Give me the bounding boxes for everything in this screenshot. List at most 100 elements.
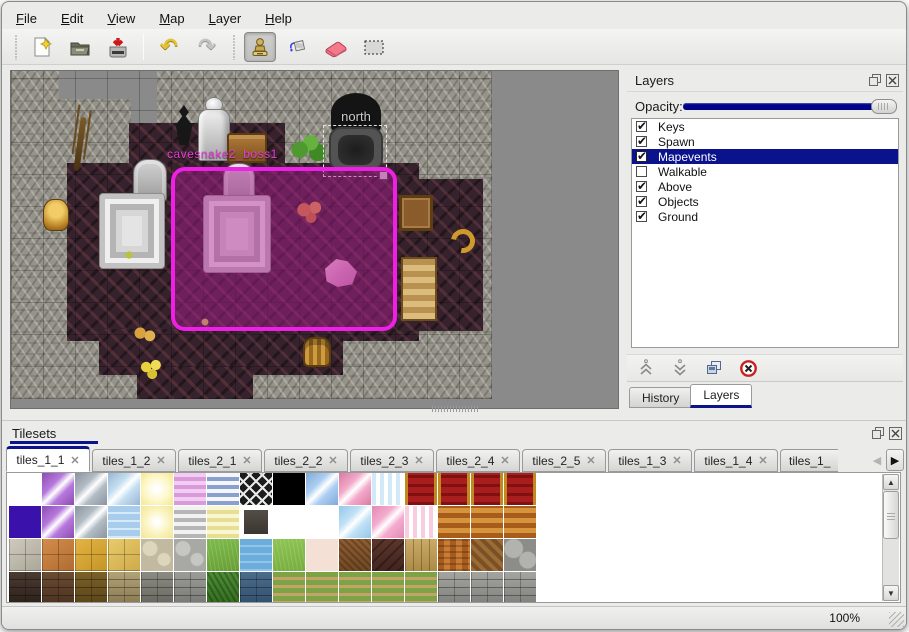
- tileset-tab-tiles_1_2[interactable]: tiles_1_2✕: [92, 449, 176, 472]
- duplicate-layer-button[interactable]: [703, 357, 725, 379]
- palette-tile[interactable]: [306, 572, 338, 603]
- palette-tile[interactable]: [306, 473, 338, 505]
- palette-tile[interactable]: [273, 473, 305, 505]
- scroll-down-arrow[interactable]: ▼: [883, 585, 899, 601]
- palette-tile[interactable]: [306, 539, 338, 571]
- opacity-slider-handle[interactable]: [871, 99, 897, 114]
- palette-tile[interactable]: [141, 473, 173, 505]
- palette-tile[interactable]: [141, 539, 173, 571]
- palette-tile[interactable]: [306, 506, 338, 538]
- tilesets-close-icon[interactable]: [889, 427, 902, 440]
- tab-scroll-right-button[interactable]: ▶: [886, 449, 904, 471]
- menu-edit[interactable]: Edit: [57, 10, 87, 27]
- palette-tile[interactable]: [9, 473, 41, 505]
- layer-row-objects[interactable]: ✔Objects: [632, 194, 898, 209]
- tab-scroll-left-button[interactable]: ◀: [870, 449, 884, 471]
- layer-visibility-checkbox[interactable]: ✔: [636, 136, 647, 147]
- tilesets-float-icon[interactable]: [872, 427, 885, 440]
- tab-close-icon[interactable]: ✕: [586, 454, 595, 467]
- open-button[interactable]: [64, 32, 96, 62]
- palette-tile[interactable]: [174, 506, 206, 538]
- palette-scrollbar[interactable]: ▲ ▼: [882, 474, 899, 601]
- eraser-tool-button[interactable]: [320, 32, 352, 62]
- palette-tile[interactable]: [504, 473, 536, 505]
- palette-tile[interactable]: [207, 572, 239, 603]
- layer-visibility-checkbox[interactable]: ✔: [636, 211, 647, 222]
- layer-row-spawn[interactable]: ✔Spawn: [632, 134, 898, 149]
- layer-row-mapevents[interactable]: ✔Mapevents: [632, 149, 898, 164]
- tileset-tab-tiles_1_1[interactable]: tiles_1_1✕: [6, 446, 90, 472]
- palette-tile[interactable]: [438, 539, 470, 571]
- palette-tile[interactable]: [108, 473, 140, 505]
- close-panel-icon[interactable]: [886, 74, 899, 87]
- palette-tile[interactable]: [240, 539, 272, 571]
- palette-tile[interactable]: [438, 473, 470, 505]
- stamp-tool-button[interactable]: [244, 32, 276, 62]
- palette-tile[interactable]: [405, 539, 437, 571]
- palette-tile[interactable]: [240, 572, 272, 603]
- palette-tile[interactable]: [504, 539, 536, 571]
- menu-layer[interactable]: Layer: [205, 10, 246, 27]
- palette-tile[interactable]: [405, 506, 437, 538]
- tileset-tab-tiles_1_3[interactable]: tiles_1_3✕: [608, 449, 692, 472]
- new-file-button[interactable]: [26, 32, 58, 62]
- scroll-up-arrow[interactable]: ▲: [883, 474, 899, 490]
- tab-close-icon[interactable]: ✕: [328, 454, 337, 467]
- palette-tile[interactable]: [108, 506, 140, 538]
- palette-tile[interactable]: [9, 506, 41, 538]
- toolbar-grip[interactable]: [13, 34, 18, 60]
- palette-tile[interactable]: [504, 572, 536, 603]
- palette-tile[interactable]: [108, 572, 140, 603]
- tab-close-icon[interactable]: ✕: [758, 454, 767, 467]
- undo-button[interactable]: ↶: [153, 32, 185, 62]
- palette-tile[interactable]: [471, 473, 503, 505]
- opacity-slider[interactable]: [683, 98, 897, 114]
- palette-tile[interactable]: [174, 539, 206, 571]
- palette-tile[interactable]: [273, 572, 305, 603]
- palette-tile[interactable]: [372, 539, 404, 571]
- tab-close-icon[interactable]: ✕: [500, 454, 509, 467]
- map-view[interactable]: north cavesnake2_boss1: [10, 70, 619, 409]
- palette-tile[interactable]: [372, 473, 404, 505]
- select-rect-tool-button[interactable]: [358, 32, 390, 62]
- tileset-tab-tiles_2_5[interactable]: tiles_2_5✕: [522, 449, 606, 472]
- palette-tile[interactable]: [471, 506, 503, 538]
- palette-tile[interactable]: [174, 473, 206, 505]
- layer-row-above[interactable]: ✔Above: [632, 179, 898, 194]
- layer-row-keys[interactable]: ✔Keys: [632, 119, 898, 134]
- palette-tile[interactable]: [207, 473, 239, 505]
- float-panel-icon[interactable]: [869, 74, 882, 87]
- map-canvas[interactable]: north cavesnake2_boss1: [11, 71, 492, 399]
- dock-tab-layers[interactable]: Layers: [690, 384, 752, 408]
- tileset-tab-tiles_2_2[interactable]: tiles_2_2✕: [264, 449, 348, 472]
- menu-file[interactable]: File: [12, 10, 41, 27]
- toolbar-grip-2[interactable]: [231, 34, 236, 60]
- layer-visibility-checkbox[interactable]: [636, 166, 647, 177]
- palette-tile[interactable]: [372, 506, 404, 538]
- palette-tile[interactable]: [42, 539, 74, 571]
- save-button[interactable]: [102, 32, 134, 62]
- tab-close-icon[interactable]: ✕: [156, 454, 165, 467]
- tab-close-icon[interactable]: ✕: [414, 454, 423, 467]
- window-resize-grip[interactable]: [889, 612, 904, 627]
- palette-tile[interactable]: [75, 572, 107, 603]
- layer-visibility-checkbox[interactable]: ✔: [636, 181, 647, 192]
- palette-tile[interactable]: [471, 572, 503, 603]
- scrollbar-thumb[interactable]: [883, 491, 899, 539]
- layer-visibility-checkbox[interactable]: ✔: [636, 121, 647, 132]
- tab-close-icon[interactable]: ✕: [242, 454, 251, 467]
- lower-layer-button[interactable]: [669, 357, 691, 379]
- palette-tile[interactable]: [75, 473, 107, 505]
- layer-visibility-checkbox[interactable]: ✔: [636, 196, 647, 207]
- palette-tile[interactable]: [207, 539, 239, 571]
- tab-close-icon[interactable]: ✕: [70, 454, 79, 467]
- palette-tile[interactable]: [9, 539, 41, 571]
- menu-view[interactable]: View: [103, 10, 139, 27]
- tileset-tab-tiles_1_4[interactable]: tiles_1_4✕: [694, 449, 778, 472]
- palette-tile[interactable]: [207, 506, 239, 538]
- tileset-tab-tiles_2_1[interactable]: tiles_2_1✕: [178, 449, 262, 472]
- layer-row-ground[interactable]: ✔Ground: [632, 209, 898, 224]
- dock-tab-history[interactable]: History: [629, 387, 692, 408]
- palette-tile[interactable]: [504, 506, 536, 538]
- mapevent-selection-rect[interactable]: [171, 167, 397, 331]
